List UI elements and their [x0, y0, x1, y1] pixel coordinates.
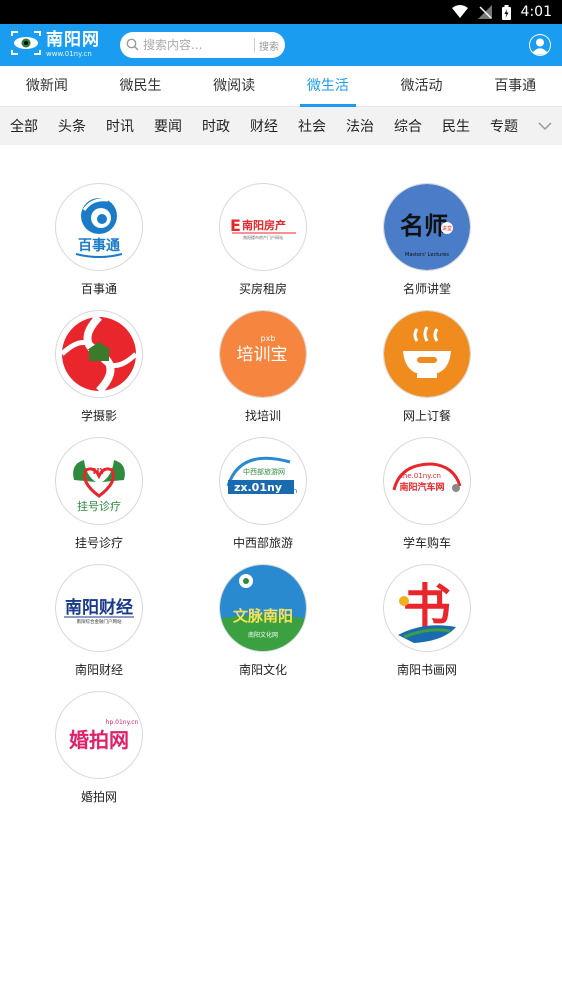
- svg-text:南阳财经: 南阳财经: [65, 597, 133, 618]
- service-travel[interactable]: 中西部旅游网 zx.01ny .cn 中西部旅游: [181, 437, 345, 564]
- svg-text:zx.01ny: zx.01ny: [234, 481, 282, 494]
- service-food-order[interactable]: 网上订餐: [345, 310, 509, 437]
- svg-text:文脉南阳: 文脉南阳: [233, 607, 293, 625]
- house-logo-icon: E 南阳房产 南阳楼市房产门户网站: [219, 183, 307, 271]
- service-label: 找培训: [244, 409, 281, 423]
- category-news-flash[interactable]: 时讯: [106, 116, 134, 136]
- svg-text:南阳楼市房产门户网站: 南阳楼市房产门户网站: [243, 234, 283, 240]
- service-label: 婚拍网: [80, 790, 117, 804]
- category-general[interactable]: 综合: [394, 116, 422, 136]
- service-photography[interactable]: 学摄影: [17, 310, 181, 437]
- service-house[interactable]: E 南阳房产 南阳楼市房产门户网站 买房租房: [181, 183, 345, 310]
- service-label: 名师讲堂: [402, 282, 451, 296]
- service-grid: 百事通 百事通 E 南阳房产 南阳楼市房产门户网站 买房租房 名师 讲堂 Mas…: [0, 145, 562, 818]
- status-bar: 4:01: [0, 0, 562, 24]
- status-time: 4:01: [520, 4, 552, 20]
- svg-text:挂号诊疗: 挂号诊疗: [77, 499, 121, 513]
- category-law[interactable]: 法治: [346, 116, 374, 136]
- main-tabs: 微新闻 微民生 微阅读 微生活 微活动 百事通: [0, 66, 562, 107]
- tab-weixinwen[interactable]: 微新闻: [0, 66, 94, 107]
- service-label: 网上订餐: [402, 409, 451, 423]
- hospital-logo-icon: NY 挂号诊疗: [55, 437, 143, 525]
- category-livelihood[interactable]: 民生: [442, 116, 470, 136]
- car-logo-icon: che.01ny.cn 南阳汽车网: [383, 437, 471, 525]
- expand-categories-button[interactable]: [528, 107, 562, 145]
- site-logo[interactable]: 南阳网 www.01ny.cn: [10, 30, 100, 60]
- svg-text:南阳汽车网: 南阳汽车网: [399, 481, 444, 493]
- search-button[interactable]: 搜索: [259, 38, 279, 53]
- svg-text:南阳房产: 南阳房产: [242, 218, 286, 232]
- service-label: 学车购车: [402, 536, 451, 550]
- travel-logo-icon: 中西部旅游网 zx.01ny .cn: [219, 437, 307, 525]
- service-label: 南阳财经: [74, 663, 123, 677]
- service-label: 南阳文化: [238, 663, 287, 677]
- training-logo-icon: 培训宝 pxb: [219, 310, 307, 398]
- service-car[interactable]: che.01ny.cn 南阳汽车网 学车购车: [345, 437, 509, 564]
- service-label: 买房租房: [238, 282, 287, 296]
- photography-logo-icon: [55, 310, 143, 398]
- svg-text:名师: 名师: [400, 211, 448, 240]
- user-avatar-icon[interactable]: [528, 33, 552, 57]
- service-culture[interactable]: 文脉南阳 南阳文化网 南阳文化: [181, 564, 345, 691]
- service-baishitong[interactable]: 百事通 百事通: [17, 183, 181, 310]
- food-order-logo-icon: [383, 310, 471, 398]
- tab-weishenghuo[interactable]: 微生活: [281, 66, 375, 107]
- service-hospital[interactable]: NY 挂号诊疗 挂号诊疗: [17, 437, 181, 564]
- svg-text:pxb: pxb: [261, 334, 276, 343]
- tab-weiyuedu[interactable]: 微阅读: [187, 66, 281, 107]
- svg-text:南阳文化网: 南阳文化网: [248, 631, 278, 639]
- app-header: 南阳网 www.01ny.cn 搜索: [0, 24, 562, 66]
- category-society[interactable]: 社会: [298, 116, 326, 136]
- svg-text:南阳综合金融门户网站: 南阳综合金融门户网站: [77, 618, 122, 625]
- logo-title: 南阳网: [46, 30, 100, 50]
- svg-text:che.01ny.cn: che.01ny.cn: [399, 472, 441, 480]
- service-finance[interactable]: 南阳财经 南阳综合金融门户网站 南阳财经: [17, 564, 181, 691]
- svg-text:培训宝: 培训宝: [237, 345, 288, 365]
- baishitong-logo-icon: 百事通: [55, 183, 143, 271]
- category-headline[interactable]: 头条: [58, 116, 86, 136]
- category-politics[interactable]: 时政: [202, 116, 230, 136]
- finance-logo-icon: 南阳财经 南阳综合金融门户网站: [55, 564, 143, 652]
- wedding-logo-icon: hp.01ny.cn 婚拍网: [55, 691, 143, 779]
- search-input[interactable]: [143, 38, 250, 52]
- logo-url: www.01ny.cn: [46, 50, 92, 58]
- category-finance[interactable]: 财经: [250, 116, 278, 136]
- tab-baishitong[interactable]: 百事通: [468, 66, 562, 107]
- service-label: 中西部旅游: [232, 536, 293, 550]
- search-icon: [126, 36, 139, 55]
- tab-weihuodong[interactable]: 微活动: [375, 66, 469, 107]
- service-masters[interactable]: 名师 讲堂 Masters' Lectures 名师讲堂: [345, 183, 509, 310]
- culture-logo-icon: 文脉南阳 南阳文化网: [219, 564, 307, 652]
- service-training[interactable]: 培训宝 pxb 找培训: [181, 310, 345, 437]
- wifi-icon: [451, 5, 468, 19]
- svg-text:.cn: .cn: [287, 487, 298, 495]
- svg-text:讲堂: 讲堂: [442, 225, 452, 232]
- svg-text:婚拍网: 婚拍网: [69, 728, 129, 752]
- svg-text:NY: NY: [93, 467, 106, 476]
- svg-text:hp.01ny.cn: hp.01ny.cn: [106, 719, 139, 726]
- masters-logo-icon: 名师 讲堂 Masters' Lectures: [383, 183, 471, 271]
- service-calligraphy[interactable]: 书 南阳书画网: [345, 564, 509, 691]
- svg-text:百事通: 百事通: [78, 237, 120, 254]
- category-top-news[interactable]: 要闻: [154, 116, 182, 136]
- service-label: 学摄影: [80, 409, 117, 423]
- service-wedding[interactable]: hp.01ny.cn 婚拍网 婚拍网: [17, 691, 181, 818]
- svg-text:Masters' Lectures: Masters' Lectures: [405, 252, 449, 258]
- category-tabs: 全部 头条 时讯 要闻 时政 财经 社会 法治 综合 民生 专题: [0, 107, 562, 145]
- calligraphy-logo-icon: 书: [383, 564, 471, 652]
- eye-logo-icon: [10, 30, 42, 60]
- svg-text:中西部旅游网: 中西部旅游网: [243, 467, 285, 476]
- search-divider: [254, 38, 255, 52]
- service-label: 南阳书画网: [396, 663, 457, 677]
- chevron-down-icon: [538, 122, 552, 131]
- tab-weiminsheng[interactable]: 微民生: [94, 66, 188, 107]
- service-label: 百事通: [80, 282, 117, 296]
- svg-text:E: E: [230, 216, 241, 235]
- no-signal-icon: [477, 5, 492, 19]
- category-all[interactable]: 全部: [10, 116, 38, 136]
- search-box: 搜索: [120, 32, 285, 58]
- battery-icon: [501, 4, 511, 20]
- category-special[interactable]: 专题: [490, 116, 518, 136]
- service-label: 挂号诊疗: [74, 536, 123, 550]
